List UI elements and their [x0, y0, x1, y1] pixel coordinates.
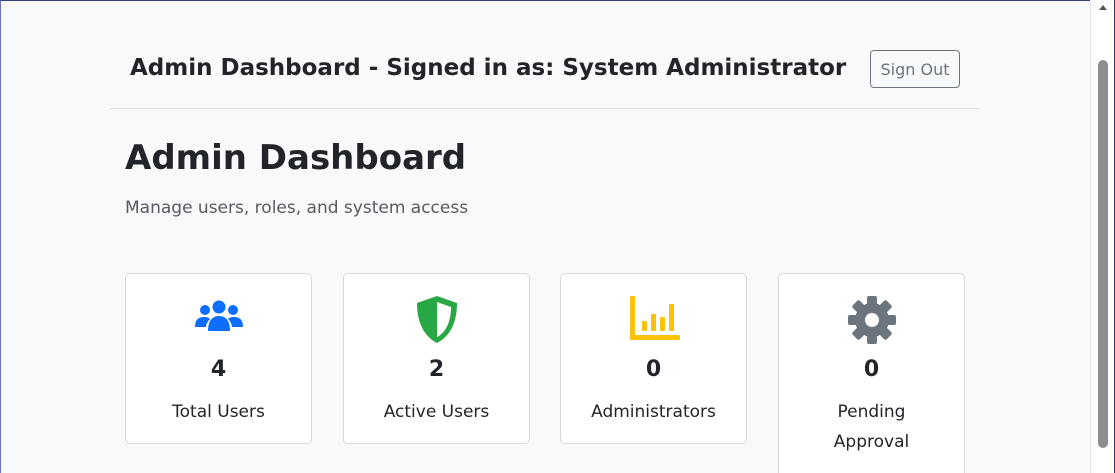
vertical-scrollbar[interactable]	[1090, 0, 1115, 473]
stat-card-total-users: 4 Total Users	[125, 273, 312, 444]
header-title: Admin Dashboard - Signed in as: System A…	[130, 55, 847, 81]
users-icon	[193, 294, 245, 346]
scrollbar-thumb[interactable]	[1098, 60, 1108, 448]
stat-label: Active Users	[383, 402, 490, 422]
header-bar: Admin Dashboard - Signed in as: System A…	[110, 48, 980, 109]
stat-label: Pending Approval	[833, 402, 910, 452]
stat-value: 0	[645, 357, 662, 382]
page-title: Admin Dashboard	[125, 138, 467, 178]
page-subtitle: Manage users, roles, and system access	[125, 198, 469, 218]
stat-label: Administrators	[591, 402, 716, 422]
stat-card-administrators: 0 Administrators	[560, 273, 747, 444]
chart-icon	[628, 294, 680, 346]
stat-card-active-users: 2 Active Users	[343, 273, 530, 444]
gear-icon	[846, 294, 898, 346]
stat-card-pending-approval: 0 Pending Approval	[778, 273, 965, 473]
stat-value: 4	[210, 357, 227, 382]
stat-value: 0	[863, 357, 880, 382]
stat-label: Total Users	[172, 402, 265, 422]
scroll-up-arrow-icon[interactable]	[1099, 5, 1107, 10]
shield-icon	[411, 294, 463, 346]
sign-out-button[interactable]: Sign Out	[870, 50, 960, 88]
stat-value: 2	[428, 357, 445, 382]
